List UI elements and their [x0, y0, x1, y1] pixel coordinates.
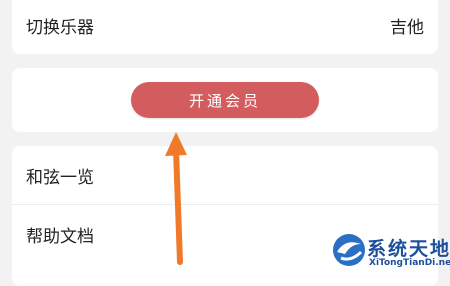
watermark: 系统天地 XiTongTianDi.net [329, 226, 450, 275]
watermark-logo-icon [333, 234, 365, 266]
open-membership-button[interactable]: 开通会员 [131, 82, 319, 118]
menu-item-label: 帮助文档 [26, 226, 94, 247]
menu-item-label: 和弦一览 [26, 167, 94, 188]
watermark-title: 系统天地 [367, 238, 450, 260]
current-instrument-value: 吉他 [390, 17, 424, 38]
menu-item-chord-list[interactable]: 和弦一览 [12, 146, 438, 204]
watermark-url: XiTongTianDi.net [369, 258, 450, 268]
instrument-settings-card: 切换乐器 吉他 [12, 0, 438, 54]
switch-instrument-label: 切换乐器 [26, 17, 94, 38]
switch-instrument-row[interactable]: 切换乐器 吉他 [12, 0, 438, 54]
membership-card: 开通会员 [12, 68, 438, 132]
